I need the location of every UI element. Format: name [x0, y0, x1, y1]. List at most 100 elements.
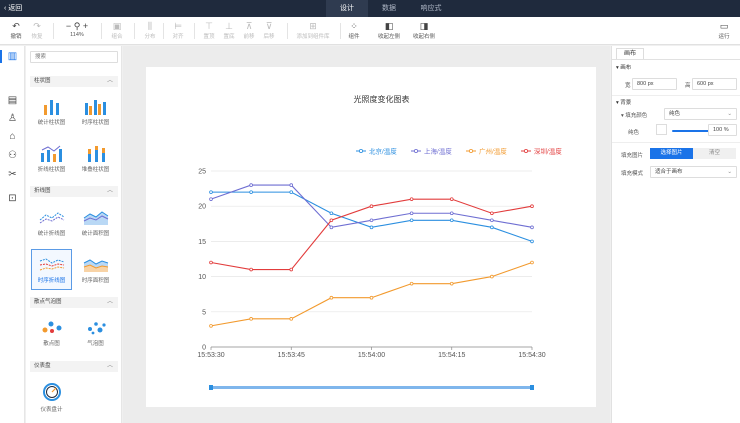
collapse-right-button[interactable]: ◨ 收起右侧: [410, 20, 438, 40]
component-stat-line[interactable]: 统计折线图: [31, 202, 72, 243]
data-point[interactable]: [530, 260, 534, 265]
data-point[interactable]: [449, 281, 454, 286]
align-button[interactable]: ⊨ 对齐: [167, 20, 189, 40]
component-stat-bar[interactable]: 统计柱状图: [31, 91, 72, 132]
legend-marker[interactable]: [523, 149, 528, 154]
clear-image-button[interactable]: 清空: [693, 148, 736, 159]
component-scatter[interactable]: 散点图: [31, 312, 72, 353]
category-bar[interactable]: 柱状图 ︿: [30, 76, 118, 87]
tab-data[interactable]: 数据: [368, 0, 410, 17]
redo-button[interactable]: ↷ 恢复: [27, 20, 47, 40]
data-point[interactable]: [490, 225, 494, 230]
category-line[interactable]: 折线图 ︿: [30, 186, 118, 197]
zoom-slider-handle-right[interactable]: [530, 385, 534, 390]
data-point[interactable]: [289, 183, 294, 187]
move-forward-button[interactable]: ⊼ 前移: [239, 20, 259, 40]
component-stacked-bar[interactable]: 堆叠柱状图: [75, 138, 116, 179]
opacity-input[interactable]: 100 %: [708, 124, 737, 136]
bring-to-top-button[interactable]: ⊤ 置顶: [199, 20, 219, 40]
component-timeseries-area[interactable]: 时序面积图: [75, 249, 116, 290]
legend-label[interactable]: 北京/温度: [369, 147, 397, 156]
data-point[interactable]: [209, 260, 213, 265]
collapse-left-button[interactable]: ◧ 收起左侧: [375, 20, 403, 40]
data-point[interactable]: [490, 274, 494, 279]
data-point[interactable]: [490, 211, 494, 216]
width-input[interactable]: 800 px: [632, 78, 677, 90]
rail-tools-icon[interactable]: ✂: [6, 168, 19, 181]
data-point[interactable]: [249, 267, 253, 272]
data-point[interactable]: [249, 317, 253, 321]
data-point[interactable]: [329, 211, 334, 216]
zoom-slider-track[interactable]: [211, 386, 532, 389]
component-bubble[interactable]: 气泡图: [75, 312, 116, 353]
send-to-bottom-button[interactable]: ⊥ 置底: [219, 20, 239, 40]
line-chart[interactable]: 光照度变化图表 0 5 10 15 20 25 15:53:30 15:53:45 15:54:0…: [146, 67, 596, 407]
chart-canvas[interactable]: 光照度变化图表 0 5 10 15 20 25 15:53:30 15:53:45 15:54:0…: [146, 67, 596, 407]
legend-label[interactable]: 上海/温度: [424, 147, 452, 156]
data-point[interactable]: [409, 211, 414, 216]
rail-box-icon[interactable]: ⊡: [6, 192, 19, 205]
category-scatter[interactable]: 散点气泡图 ︿: [30, 297, 118, 308]
data-point[interactable]: [369, 204, 374, 209]
data-point[interactable]: [449, 218, 454, 223]
opacity-slider[interactable]: [672, 128, 715, 134]
zoom-out-icon[interactable]: −: [66, 21, 71, 31]
data-point[interactable]: [209, 324, 213, 328]
section-canvas[interactable]: ▾ 画布: [616, 63, 631, 71]
data-point[interactable]: [369, 218, 374, 223]
component-stat-area[interactable]: 统计面积图: [75, 202, 116, 243]
tab-responsive[interactable]: 响应式: [410, 0, 452, 17]
legend-label[interactable]: 深圳/温度: [534, 147, 562, 156]
category-gauge[interactable]: 仪表盘 ︿: [30, 361, 118, 372]
component-timeseries-line[interactable]: 时序折线图: [31, 249, 72, 290]
zoom-in-icon[interactable]: +: [83, 21, 88, 31]
data-point[interactable]: [530, 239, 534, 244]
rail-plugin-icon[interactable]: ⌂: [6, 130, 19, 143]
group-button[interactable]: ▣ 组合: [106, 20, 128, 40]
data-point[interactable]: [409, 281, 414, 286]
tab-canvas-props[interactable]: 画布: [616, 48, 644, 59]
data-point[interactable]: [289, 190, 294, 194]
height-input[interactable]: 600 px: [692, 78, 737, 90]
data-point[interactable]: [209, 190, 213, 194]
series-line[interactable]: [210, 262, 533, 327]
data-point[interactable]: [530, 204, 534, 209]
data-point[interactable]: [449, 197, 454, 201]
series-line[interactable]: [210, 198, 533, 271]
series-line[interactable]: [211, 191, 533, 242]
zoom-slider-handle-left[interactable]: [209, 385, 213, 390]
move-backward-button[interactable]: ⊽ 后移: [259, 20, 279, 40]
legend-marker[interactable]: [468, 149, 473, 154]
data-point[interactable]: [369, 295, 374, 300]
fill-color-label[interactable]: ▾ 填充颜色: [621, 111, 647, 119]
component-line-bar[interactable]: 折线柱状图: [31, 138, 72, 179]
fill-color-select[interactable]: 纯色 ⌄: [664, 108, 737, 120]
undo-button[interactable]: ↶ 撤销: [6, 20, 26, 40]
zoom-control[interactable]: − ⚲ + 114%: [58, 20, 96, 38]
select-image-button[interactable]: 选择图片: [650, 148, 693, 159]
rail-stamp-icon[interactable]: ♙: [6, 112, 19, 125]
data-point[interactable]: [369, 225, 374, 230]
legend-marker[interactable]: [413, 149, 418, 154]
rail-chart-icon[interactable]: ▥: [0, 50, 19, 63]
run-button[interactable]: ▭ 运行: [714, 20, 734, 40]
data-point[interactable]: [329, 295, 334, 300]
data-point[interactable]: [329, 225, 334, 230]
tab-design[interactable]: 设计: [326, 0, 368, 17]
data-point[interactable]: [329, 218, 334, 223]
data-point[interactable]: [449, 211, 454, 216]
data-point[interactable]: [409, 218, 414, 223]
fill-mode-select[interactable]: 适合于画布 ⌄: [650, 166, 737, 178]
legend-label[interactable]: 广州/温度: [479, 147, 507, 156]
data-point[interactable]: [490, 218, 494, 223]
distribute-button[interactable]: ⫼ 分布: [139, 20, 161, 40]
component-search-input[interactable]: [30, 51, 118, 63]
color-swatch[interactable]: [656, 124, 667, 135]
component-button[interactable]: ⁘ 组件: [344, 20, 364, 40]
data-point[interactable]: [209, 197, 213, 201]
data-point[interactable]: [249, 190, 253, 194]
component-timeseries-bar[interactable]: 时序柱状图: [75, 91, 116, 132]
add-to-library-button[interactable]: ⊞ 添加到组件库: [292, 20, 334, 40]
rail-people-icon[interactable]: ⚇: [6, 149, 19, 162]
back-button[interactable]: ‹ 返回: [4, 3, 22, 13]
